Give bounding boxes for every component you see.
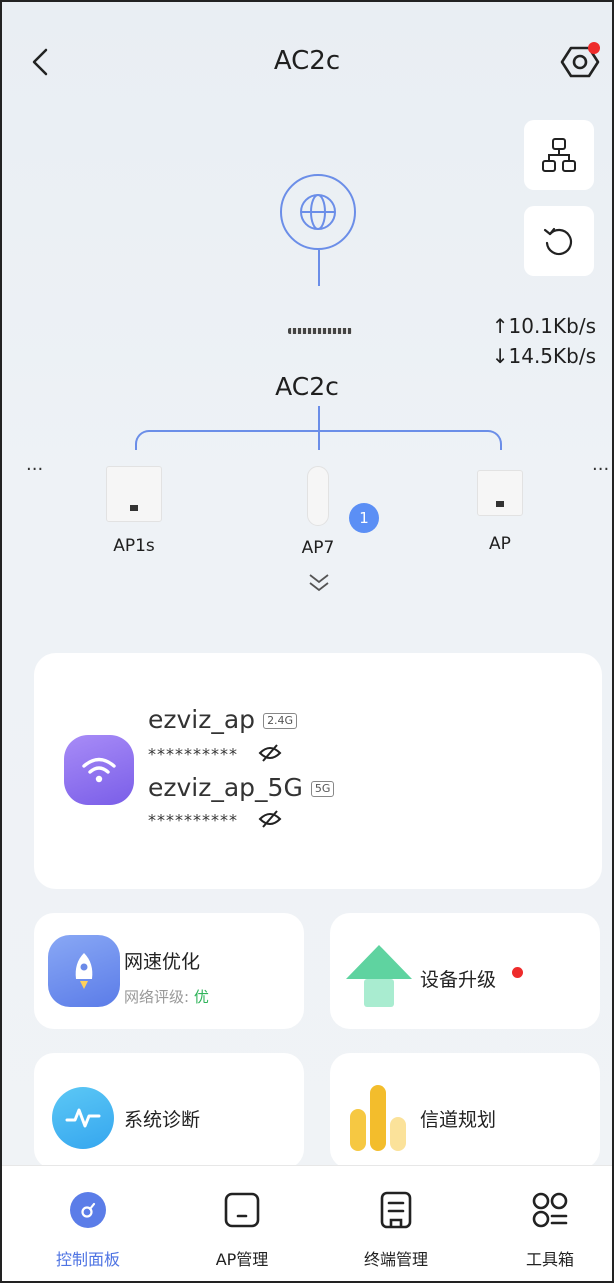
- tab-label: AP管理: [215, 1250, 269, 1269]
- dashboard-icon: [70, 1192, 106, 1228]
- page-title: AC2c: [273, 46, 341, 76]
- notification-dot: [588, 42, 600, 54]
- bar-chart-icon: [350, 1085, 406, 1151]
- more-right[interactable]: ...: [592, 454, 609, 475]
- ap-panel-image: [106, 466, 162, 522]
- wifi-ssid-5g: ezviz_ap_5G 5G: [148, 773, 335, 802]
- topology-view-button[interactable]: [524, 120, 594, 190]
- rocket-icon: [48, 935, 120, 1007]
- internet-globe-icon: [280, 174, 356, 250]
- upgrade-arrow-icon: [346, 945, 412, 1007]
- eye-off-icon[interactable]: [258, 743, 282, 767]
- ap-item-ap[interactable]: AP: [472, 470, 528, 554]
- band-badge: 2.4G: [263, 713, 298, 729]
- channel-plan-title: 信道规划: [420, 1109, 497, 1131]
- password-text: **********: [148, 744, 238, 764]
- download-arrow-icon: ↓: [491, 344, 509, 368]
- wifi-ssid-24g: ezviz_ap 2.4G: [148, 705, 298, 734]
- ap-branch-lines: [135, 430, 502, 450]
- upgrade-alert-dot: [512, 967, 523, 978]
- ap7-client-badge: 1: [349, 503, 379, 533]
- app-frame: AC2c ↑ 10.1Kb/s ↓14.5Kb/s AC2c ... ... AP…: [0, 0, 614, 1283]
- refresh-button[interactable]: [524, 206, 594, 276]
- system-diagnose-card[interactable]: 系统诊断: [34, 1053, 304, 1169]
- controller-label: AC2c: [275, 372, 339, 401]
- wifi-icon: [64, 735, 134, 805]
- system-diagnose-title: 系统诊断: [124, 1109, 201, 1131]
- wifi-password-24g: **********: [148, 743, 282, 767]
- tab-client-management[interactable]: 终端管理: [319, 1166, 473, 1281]
- ssid-text: ezviz_ap_5G: [148, 773, 303, 802]
- refresh-icon: [543, 227, 573, 256]
- client-list-icon: [380, 1191, 412, 1229]
- tab-label: 终端管理: [363, 1250, 428, 1269]
- header: AC2c: [2, 2, 612, 122]
- ssid-text: ezviz_ap: [148, 705, 256, 734]
- eye-off-icon[interactable]: [258, 809, 282, 833]
- password-text: **********: [148, 810, 238, 830]
- upload-speed: ↑10.1Kb/s: [472, 314, 596, 338]
- wifi-password-5g: **********: [148, 809, 282, 833]
- ap-tower-image: [307, 466, 329, 526]
- controller-device-image[interactable]: [288, 328, 352, 334]
- download-speed: ↓14.5Kb/s: [472, 344, 596, 368]
- device-upgrade-title: 设备升级: [420, 969, 497, 991]
- tab-ap-management[interactable]: AP管理: [165, 1166, 319, 1281]
- tab-control-panel[interactable]: 控制面板: [11, 1166, 165, 1281]
- upload-arrow-icon: ↑: [491, 314, 509, 338]
- ap-device-icon: [224, 1192, 260, 1228]
- device-upgrade-card[interactable]: 设备升级: [330, 913, 600, 1029]
- upload-speed-value: 10.1Kb/s: [508, 314, 597, 338]
- tab-label: 控制面板: [55, 1250, 120, 1269]
- toolbox-grid-icon: [532, 1192, 568, 1228]
- ap-label: AP: [489, 534, 511, 554]
- tab-toolbox[interactable]: 工具箱: [473, 1166, 612, 1281]
- channel-plan-card[interactable]: 信道规划: [330, 1053, 600, 1169]
- double-chevron-down-icon: [309, 574, 329, 592]
- ap-label: AP1s: [113, 536, 155, 556]
- ap-label: AP7: [301, 538, 335, 558]
- network-tree-icon: [542, 138, 576, 172]
- network-rating: 网络评级: 优: [124, 986, 209, 1007]
- more-left[interactable]: ...: [26, 454, 43, 475]
- rating-value: 优: [193, 988, 209, 1006]
- ap-panel-image: [477, 470, 523, 516]
- pulse-icon: [52, 1087, 114, 1149]
- speed-optimize-card[interactable]: 网速优化 网络评级: 优: [34, 913, 304, 1029]
- rating-label: 网络评级:: [124, 988, 194, 1006]
- ap-port: [130, 505, 138, 511]
- speed-optimize-title: 网速优化: [124, 951, 201, 973]
- uplink-line: [318, 250, 320, 286]
- wifi-card[interactable]: ezviz_ap 2.4G ********** ezviz_ap_5G 5G **…: [34, 653, 602, 889]
- ap-item-ap1s[interactable]: AP1s: [102, 466, 166, 556]
- ap-port: [496, 501, 504, 507]
- bottom-tab-bar: 控制面板 AP管理 终端管理 工具箱: [2, 1165, 612, 1281]
- band-badge: 5G: [310, 781, 335, 797]
- download-speed-value: 14.5Kb/s: [508, 344, 597, 368]
- settings-button[interactable]: [560, 42, 600, 82]
- expand-chevron-button[interactable]: [307, 572, 331, 594]
- ap-item-ap7[interactable]: AP7: [288, 466, 348, 558]
- tab-label: 工具箱: [525, 1250, 574, 1269]
